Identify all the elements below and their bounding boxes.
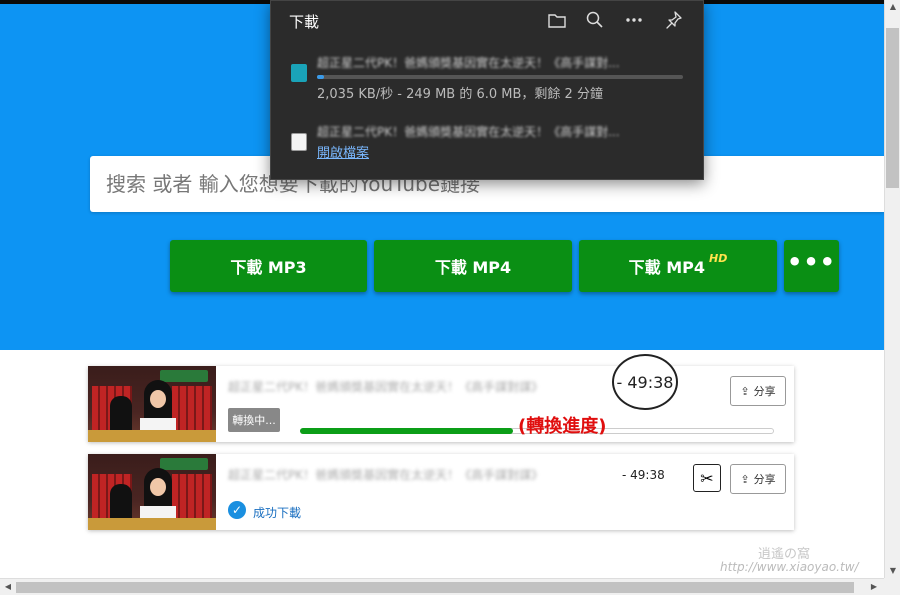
- cut-button[interactable]: ✂: [693, 464, 721, 492]
- download-status: 2,035 KB/秒 - 249 MB 的 6.0 MB，剩餘 2 分鐘: [317, 87, 603, 102]
- scissors-icon: ✂: [700, 468, 714, 488]
- download-mp4-label: 下載 MP4: [434, 258, 512, 277]
- more-dots-icon: •••: [786, 248, 837, 276]
- horizontal-scrollbar[interactable]: ◀ ▶: [0, 578, 884, 595]
- download-progress-track: [317, 75, 683, 79]
- conversion-progress-fill: [300, 428, 513, 434]
- download-mp3-label: 下載 MP3: [230, 258, 307, 277]
- video-thumbnail[interactable]: [88, 454, 216, 530]
- download-success-text: 成功下載: [253, 506, 302, 520]
- media-file-icon: [291, 133, 307, 151]
- open-file-link[interactable]: 開啟檔案: [317, 142, 369, 161]
- download-panel: 下載 超正星二代PK！爸媽頒獎基因實在太逆天！《高手謀對... 2,035 KB…: [270, 0, 704, 180]
- folder-icon[interactable]: [544, 7, 570, 33]
- scroll-right-icon[interactable]: ▶: [866, 582, 882, 591]
- share-button[interactable]: ⇪ 分享: [730, 464, 786, 494]
- video-duration: - 49:38: [616, 372, 674, 392]
- pin-icon[interactable]: [660, 7, 686, 33]
- watermark-url: http://www.xiaoyao.tw/: [720, 560, 859, 574]
- scroll-down-icon[interactable]: ▼: [885, 566, 900, 575]
- vertical-scrollbar[interactable]: ▲ ▼: [884, 0, 900, 578]
- scroll-up-icon[interactable]: ▲: [885, 2, 900, 11]
- vertical-scroll-thumb[interactable]: [886, 28, 899, 188]
- video-title: 超正星二代PK！爸媽頒獎基因實在太逆天！《高手謀對謀》: [228, 468, 544, 482]
- search-icon[interactable]: [582, 7, 608, 33]
- more-options-icon[interactable]: [621, 7, 647, 33]
- horizontal-scroll-thumb[interactable]: [16, 582, 854, 593]
- scroll-left-icon[interactable]: ◀: [0, 582, 16, 591]
- share-button[interactable]: ⇪ 分享: [730, 376, 786, 406]
- download-filename[interactable]: 超正星二代PK！爸媽頒獎基因實在太逆天！《高手謀對...: [317, 123, 620, 140]
- video-title: 超正星二代PK！爸媽頒獎基因實在太逆天！《高手謀對謀》: [228, 380, 544, 394]
- download-mp3-button[interactable]: 下載 MP3: [170, 240, 367, 292]
- result-card: 超正星二代PK！爸媽頒獎基因實在太逆天！《高手謀對謀》 - 49:38 ✂ ⇪ 分…: [88, 454, 794, 530]
- share-label: 分享: [753, 473, 776, 486]
- share-icon: ⇪: [740, 472, 750, 486]
- progress-note: (轉換進度): [518, 416, 607, 437]
- download-filename[interactable]: 超正星二代PK！爸媽頒獎基因實在太逆天！《高手謀對...: [317, 54, 620, 71]
- download-mp4hd-button[interactable]: 下載 MP4 HD: [579, 240, 777, 292]
- scrollbar-corner: [884, 578, 900, 595]
- share-label: 分享: [753, 385, 776, 398]
- result-card: 超正星二代PK！爸媽頒獎基因實在太逆天！《高手謀對謀》 - 49:38 ⇪ 分享 …: [88, 354, 794, 442]
- duration-highlight: - 49:38: [612, 354, 678, 410]
- video-thumbnail[interactable]: [88, 366, 216, 442]
- check-icon: ✓: [228, 501, 246, 519]
- video-duration: - 49:38: [622, 468, 665, 482]
- share-icon: ⇪: [740, 384, 750, 398]
- more-formats-button[interactable]: •••: [784, 240, 839, 292]
- converting-badge: 轉換中...: [228, 408, 280, 432]
- download-progress-fill: [317, 75, 324, 79]
- hd-badge: HD: [709, 251, 728, 265]
- download-panel-title: 下載: [289, 13, 320, 31]
- download-mp4-button[interactable]: 下載 MP4: [374, 240, 572, 292]
- download-mp4hd-label: 下載 MP4: [628, 258, 705, 277]
- video-file-icon: [291, 64, 307, 82]
